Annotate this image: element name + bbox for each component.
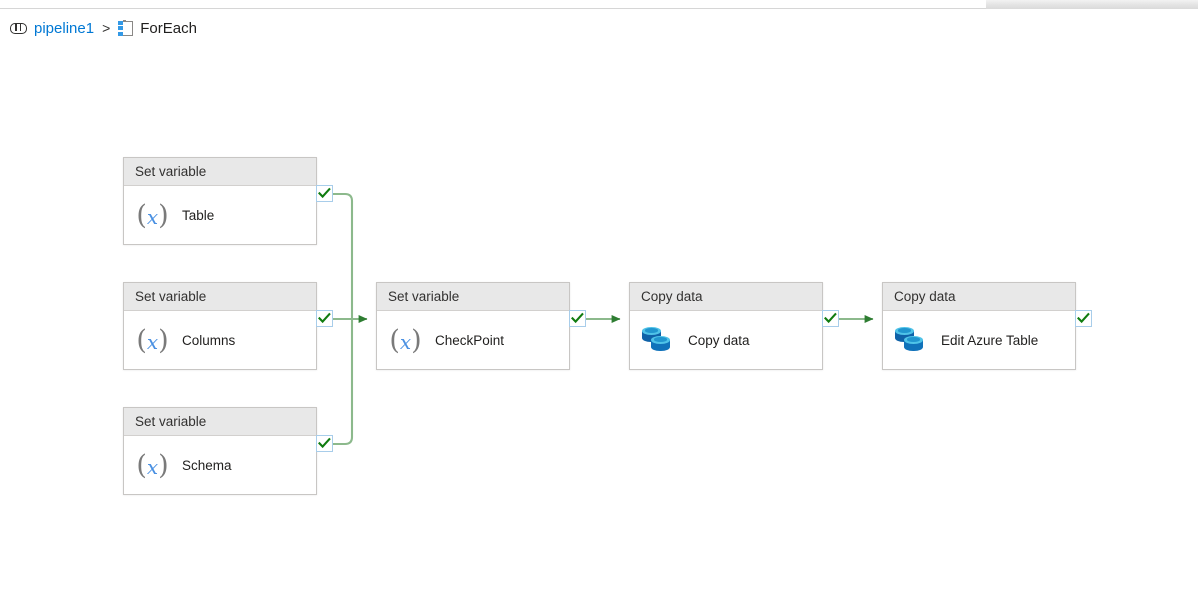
activity-node-set-variable-schema[interactable]: Set variable (x) Schema <box>123 407 317 495</box>
node-type-label: Copy data <box>883 283 1075 311</box>
breadcrumb-item-foreach[interactable]: ForEach <box>118 15 197 41</box>
activity-node-set-variable-table[interactable]: Set variable (x) Table <box>123 157 317 245</box>
set-variable-icon: (x) <box>389 325 422 356</box>
node-name-label: Edit Azure Table <box>941 333 1039 348</box>
node-body: (x) Schema <box>124 436 316 495</box>
node-type-text: Set variable <box>135 164 207 179</box>
node-type-text: Set variable <box>388 289 460 304</box>
node-body: Edit Azure Table <box>883 311 1075 370</box>
status-badge-success-copy-data[interactable] <box>822 310 839 327</box>
node-name-label: Columns <box>182 333 236 348</box>
node-type-label: Set variable <box>124 408 316 436</box>
breadcrumb-label-pipeline1: pipeline1 <box>34 19 95 37</box>
node-name-label: CheckPoint <box>435 333 505 348</box>
node-name-label: Schema <box>182 458 232 473</box>
check-icon <box>318 187 331 199</box>
node-name-label: Copy data <box>688 333 750 348</box>
status-badge-success-columns[interactable] <box>316 310 333 327</box>
check-icon <box>318 437 331 449</box>
activity-node-set-variable-checkpoint[interactable]: Set variable (x) CheckPoint <box>376 282 570 370</box>
status-badge-success-schema[interactable] <box>316 435 333 452</box>
breadcrumb-item-pipeline1[interactable]: pipeline1 <box>10 15 94 41</box>
node-body: (x) CheckPoint <box>377 311 569 370</box>
copy-data-icon <box>642 326 675 356</box>
node-type-label: Set variable <box>124 283 316 311</box>
node-type-label: Copy data <box>630 283 822 311</box>
node-type-text: Set variable <box>135 289 207 304</box>
edge-schema-to-checkpoint <box>333 319 354 446</box>
set-variable-icon: (x) <box>136 325 169 356</box>
activity-node-copy-data[interactable]: Copy data Copy data <box>629 282 823 370</box>
node-type-label: Set variable <box>124 158 316 186</box>
check-icon <box>318 312 331 324</box>
node-type-text: Set variable <box>135 414 207 429</box>
set-variable-icon: (x) <box>136 200 169 231</box>
pipeline-icon <box>10 22 27 34</box>
top-chrome-strip <box>0 0 1198 9</box>
activity-node-set-variable-columns[interactable]: Set variable (x) Columns <box>123 282 317 370</box>
set-variable-icon: (x) <box>136 450 169 481</box>
node-type-text: Copy data <box>641 289 703 304</box>
breadcrumb-separator: > <box>102 20 111 36</box>
node-body: (x) Table <box>124 186 316 245</box>
check-icon <box>1077 312 1090 324</box>
node-body: (x) Columns <box>124 311 316 370</box>
node-body: Copy data <box>630 311 822 370</box>
status-badge-success-edit-azure-table[interactable] <box>1075 310 1092 327</box>
check-icon <box>824 312 837 324</box>
node-name-label: Table <box>182 208 215 223</box>
activity-node-edit-azure-table[interactable]: Copy data Edit Azure Table <box>882 282 1076 370</box>
foreach-icon <box>118 20 134 36</box>
copy-data-icon <box>895 326 928 356</box>
breadcrumb-label-foreach: ForEach <box>140 19 197 37</box>
node-type-text: Copy data <box>894 289 956 304</box>
pipeline-canvas[interactable]: Set variable (x) Table Set variable (x) … <box>0 48 1198 604</box>
status-badge-success-table[interactable] <box>316 185 333 202</box>
node-type-label: Set variable <box>377 283 569 311</box>
check-icon <box>571 312 584 324</box>
breadcrumb: pipeline1 > ForEach <box>10 15 197 41</box>
edge-table-to-checkpoint <box>333 192 354 310</box>
top-right-panel-edge <box>986 0 1198 9</box>
status-badge-success-checkpoint[interactable] <box>569 310 586 327</box>
